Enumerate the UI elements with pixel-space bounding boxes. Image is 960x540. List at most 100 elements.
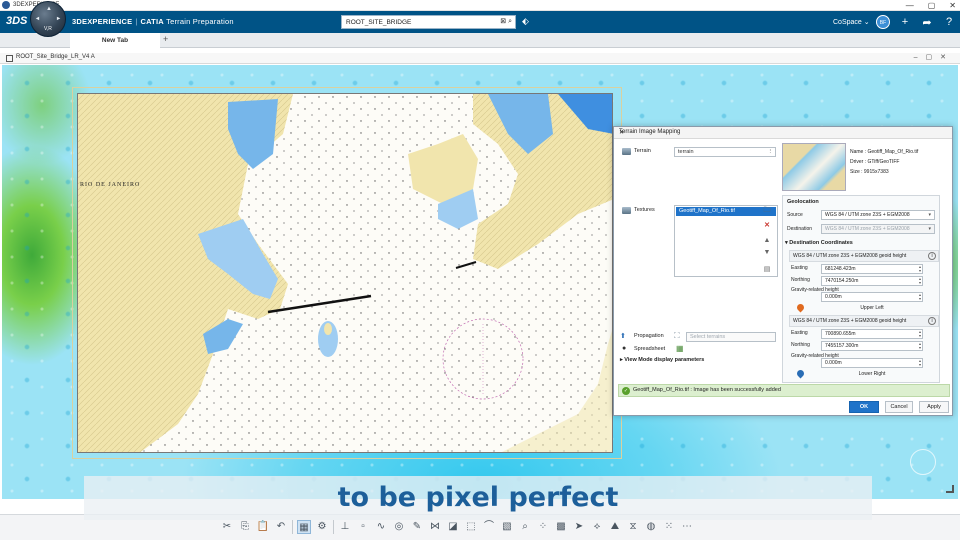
spreadsheet-icon[interactable]: ▦ bbox=[676, 344, 684, 353]
dialog-titlebar[interactable]: Terrain Image Mapping ✕ bbox=[614, 127, 952, 139]
viewport-resize-icon[interactable] bbox=[946, 485, 954, 493]
propagation-icon: ⬆ bbox=[620, 333, 626, 340]
terrain-more-icon[interactable]: ⋮ bbox=[768, 148, 774, 156]
source-value: WGS 84 / UTM zone 23S + EGM2008 bbox=[825, 212, 910, 218]
close-window-button[interactable]: ✕ bbox=[949, 0, 956, 11]
measure-icon[interactable]: ⟡ bbox=[590, 520, 604, 534]
move-up-icon[interactable]: ▲ bbox=[762, 237, 772, 244]
success-message: ✓ Geotiff_Map_Of_Rio.tif : Image has bee… bbox=[618, 384, 950, 397]
ul-northing-input[interactable]: 7470154.250m ▴ ▾ bbox=[821, 276, 923, 286]
dialog-close-icon[interactable]: ✕ bbox=[619, 129, 948, 136]
terrain-icon bbox=[622, 148, 631, 155]
crs-info-icon[interactable]: i bbox=[928, 317, 936, 325]
propagation-field[interactable]: Select terrains bbox=[686, 332, 776, 342]
source-dropdown[interactable]: WGS 84 / UTM zone 23S + EGM2008 ▾ bbox=[821, 210, 935, 220]
ds-logo-icon[interactable]: 3DS bbox=[6, 15, 27, 27]
ok-button[interactable]: OK bbox=[849, 401, 879, 413]
ul-easting-input[interactable]: 681248.423m ▴ ▾ bbox=[821, 264, 923, 274]
geolocation-heading: Geolocation bbox=[787, 199, 819, 205]
cancel-button[interactable]: Cancel bbox=[885, 401, 913, 413]
lr-northing-input[interactable]: 7455157.300m ▴ ▾ bbox=[821, 341, 923, 351]
lr-northing-stepper[interactable]: ▴ ▾ bbox=[919, 342, 921, 350]
open-folder-icon[interactable]: 🗀 bbox=[762, 206, 772, 217]
arrow-icon[interactable]: ➤ bbox=[572, 520, 586, 534]
lower-right-pin-icon[interactable] bbox=[795, 368, 806, 379]
ul-height-input[interactable]: 0.000m ▴ ▾ bbox=[821, 292, 923, 302]
upper-left-pin-icon[interactable] bbox=[795, 302, 806, 313]
compass-west-icon: ◂ bbox=[36, 16, 40, 22]
help-icon[interactable]: ? bbox=[942, 16, 956, 28]
compass-north-icon: ▲ bbox=[46, 6, 52, 12]
destination-coordinates-label: Destination Coordinates bbox=[789, 240, 853, 246]
compass-widget[interactable]: ▲ ◂ ▸ V,R bbox=[30, 1, 66, 37]
ul-northing-label: Northing bbox=[791, 277, 810, 283]
bridge-icon[interactable]: ⌒ bbox=[482, 520, 496, 534]
cut-icon[interactable]: ✂ bbox=[220, 520, 234, 534]
upper-left-crs: WGS 84 / UTM zone 23S + EGM2008 geoid he… bbox=[789, 250, 939, 262]
document-icon bbox=[6, 55, 13, 62]
lr-height-input[interactable]: 0.000m ▴ ▾ bbox=[821, 358, 923, 368]
app-header: 3DS 3DEXPERIENCE | CATIA Terrain Preparati… bbox=[0, 11, 960, 33]
document-window-controls[interactable]: –▢✕ bbox=[914, 53, 954, 61]
cospace-selector[interactable]: CoSpace ⌄ bbox=[833, 18, 870, 26]
lr-easting-input[interactable]: 700890.655m ▴ ▾ bbox=[821, 329, 923, 339]
inspect-icon[interactable]: ⌕ bbox=[518, 520, 532, 534]
undo-icon[interactable]: ↶ bbox=[274, 520, 288, 534]
ul-easting-value: 681248.423m bbox=[825, 266, 856, 272]
minimize-button[interactable]: — bbox=[906, 0, 914, 11]
search-input[interactable] bbox=[342, 16, 482, 28]
filter-icon[interactable]: ⧖ bbox=[626, 520, 640, 534]
source-chevron-down-icon: ▾ bbox=[928, 212, 931, 218]
add-tab-button[interactable]: + bbox=[163, 34, 168, 44]
propagation-toggle-icon[interactable]: ⛶ bbox=[674, 331, 680, 341]
more-icon[interactable]: ⋯ bbox=[680, 520, 694, 534]
nautical-chart-image[interactable]: RIO DE JANEIRO bbox=[77, 93, 613, 453]
clear-search-icon[interactable]: ⊠ bbox=[500, 18, 506, 25]
lr-height-stepper[interactable]: ▴ ▾ bbox=[919, 359, 921, 367]
axis-icon[interactable]: ⊥ bbox=[338, 520, 352, 534]
ul-height-stepper[interactable]: ▴ ▾ bbox=[919, 293, 921, 301]
view-mode-label: View Mode display parameters bbox=[624, 357, 705, 363]
lr-easting-stepper[interactable]: ▴ ▾ bbox=[919, 330, 921, 338]
avatar[interactable]: BF bbox=[876, 15, 890, 29]
point-icon[interactable]: ▫ bbox=[356, 520, 370, 534]
destination-coordinates-heading[interactable]: ▾ Destination Coordinates bbox=[785, 240, 853, 246]
view-compass-icon[interactable] bbox=[910, 449, 936, 475]
crs-info-icon[interactable]: i bbox=[928, 252, 936, 260]
copy-icon[interactable]: ⎘ bbox=[238, 520, 252, 534]
terrain-image-mapping-icon[interactable]: ▦ bbox=[297, 520, 311, 534]
tab-new-tab[interactable]: New Tab bbox=[70, 33, 160, 48]
layers-icon[interactable]: ▧ bbox=[500, 520, 514, 534]
ul-northing-stepper[interactable]: ▴ ▾ bbox=[919, 277, 921, 285]
edit-icon[interactable]: ✎ bbox=[410, 520, 424, 534]
maximize-button[interactable]: ▢ bbox=[928, 0, 936, 11]
textures-label: Textures bbox=[634, 207, 655, 213]
pattern-icon[interactable]: ⁙ bbox=[662, 520, 676, 534]
tag-icon[interactable]: ⬖ bbox=[522, 16, 529, 27]
texture-properties-icon[interactable]: ▤ bbox=[762, 265, 772, 273]
destination-dropdown[interactable]: WGS 84 / UTM zone 23S + EGM2008 ▾ bbox=[821, 224, 935, 234]
terrain-icon[interactable]: ⛰ bbox=[608, 520, 622, 534]
texture-list-item[interactable]: Geotiff_Map_Of_Rio.tif bbox=[676, 207, 776, 216]
share-icon[interactable]: ➦ bbox=[920, 16, 934, 29]
surface-icon[interactable]: ◪ bbox=[446, 520, 460, 534]
settings-icon[interactable]: ⚙ bbox=[315, 520, 329, 534]
move-down-icon[interactable]: ▼ bbox=[762, 249, 772, 256]
remove-texture-icon[interactable]: ✕ bbox=[762, 221, 772, 229]
curve-icon[interactable]: ∿ bbox=[374, 520, 388, 534]
network-icon[interactable]: ⋈ bbox=[428, 520, 442, 534]
view-mode-expander[interactable]: ▸ View Mode display parameters bbox=[620, 357, 704, 363]
grid-icon[interactable]: ▩ bbox=[554, 520, 568, 534]
search-icon[interactable]: ⌕ bbox=[508, 18, 512, 25]
scatter-icon[interactable]: ⁘ bbox=[536, 520, 550, 534]
terrain-field[interactable]: terrain ⋮ bbox=[674, 147, 776, 157]
add-icon[interactable]: + bbox=[898, 16, 912, 28]
paste-icon[interactable]: 📋 bbox=[256, 520, 270, 534]
box-icon[interactable]: ⬚ bbox=[464, 520, 478, 534]
globe-icon[interactable]: ◍ bbox=[644, 520, 658, 534]
circle-icon[interactable]: ◎ bbox=[392, 520, 406, 534]
toolbar-separator bbox=[333, 520, 334, 534]
search-box[interactable]: ⊠ ⌕ bbox=[341, 15, 516, 29]
apply-button[interactable]: Apply bbox=[919, 401, 949, 413]
ul-easting-stepper[interactable]: ▴ ▾ bbox=[919, 265, 921, 273]
